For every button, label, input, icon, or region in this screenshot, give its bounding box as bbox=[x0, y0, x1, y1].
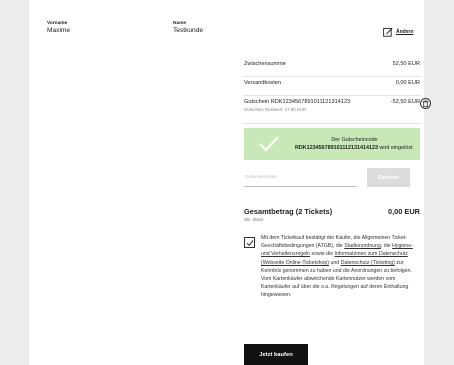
terms-text-part: sowie die bbox=[310, 251, 335, 258]
subtotal-label: Zwischensumme bbox=[244, 61, 286, 67]
total-value: 0,00 EUR bbox=[387, 207, 420, 216]
checkbox-check-icon bbox=[246, 239, 253, 246]
shipping-value: 0,00 EUR bbox=[395, 80, 420, 86]
lastname-field: Name Testkunde bbox=[173, 21, 203, 34]
coupon-value: -52,50 EUR bbox=[390, 99, 420, 105]
total-label-group: Gesamtbetrag (2 Tickets) inkl. MwSt. bbox=[244, 207, 332, 222]
notice-code: RDK123456789101112131414123 bbox=[294, 145, 379, 151]
shipping-label: Versandkosten bbox=[244, 80, 282, 86]
order-summary: Zwischensumme 52,50 EUR Versandkosten 0,… bbox=[244, 58, 431, 300]
subtotal-row: Zwischensumme 52,50 EUR bbox=[244, 58, 420, 77]
notice-text: Der Gutscheincode RDK1234567891011121314… bbox=[295, 136, 414, 152]
firstname-label: Vorname bbox=[47, 21, 68, 26]
trash-icon bbox=[422, 100, 429, 107]
coupon-row: Gutschein RDK12345678910111213141​23 Gut… bbox=[244, 96, 431, 124]
notice-line2: RDK123456789101112131414123 wird eingelö… bbox=[295, 144, 414, 152]
total-tax-note: inkl. MwSt. bbox=[244, 217, 265, 222]
terms-consent: Mit dem Ticketkauf bestätigt der Käufer,… bbox=[244, 234, 420, 300]
apply-coupon-button[interactable]: Einlösen bbox=[367, 168, 410, 187]
coupon-label: Gutschein RDK12345678910111213141​23 bbox=[244, 99, 351, 105]
coupon-success-notice: Der Gutscheincode RDK1234567891011121314… bbox=[244, 128, 420, 160]
edit-label: Ändern bbox=[396, 29, 414, 35]
coupon-form: Einlösen bbox=[244, 168, 420, 187]
privacy-ticketing-link[interactable]: Datenschutz (Ticketing) bbox=[341, 260, 395, 266]
total-row: Gesamtbetrag (2 Tickets) inkl. MwSt. 0,0… bbox=[244, 207, 420, 222]
coupon-info: Gutschein RDK12345678910111213141​23 Gut… bbox=[244, 99, 350, 112]
firstname-field: Vorname Maxime bbox=[47, 21, 70, 34]
total-label: Gesamtbetrag (2 Tickets) bbox=[244, 207, 333, 216]
lastname-label: Name bbox=[173, 21, 187, 26]
edit-icon bbox=[383, 27, 393, 37]
checkmark-icon bbox=[259, 136, 279, 152]
terms-text: Mit dem Ticketkauf bestätigt der Käufer,… bbox=[261, 234, 417, 300]
notice-line1: Der Gutscheincode bbox=[331, 137, 378, 143]
terms-text-part: , die bbox=[380, 243, 393, 250]
shipping-row: Versandkosten 0,00 EUR bbox=[244, 77, 420, 96]
coupon-rest-value: Gutschein Restwert: 47,50 EUR bbox=[244, 107, 307, 112]
remove-coupon-button[interactable] bbox=[420, 98, 431, 109]
terms-checkbox[interactable] bbox=[244, 237, 255, 248]
terms-text-part: und bbox=[329, 259, 341, 266]
notice-suffix: wird eingelöst. bbox=[378, 145, 414, 151]
coupon-code-input[interactable] bbox=[244, 168, 357, 187]
buy-now-button[interactable]: Jetzt kaufen bbox=[244, 344, 308, 365]
stadium-rules-link[interactable]: Stadionordnung bbox=[344, 243, 381, 249]
subtotal-value: 52,50 EUR bbox=[392, 61, 420, 67]
lastname-value: Testkunde bbox=[173, 27, 204, 34]
checkout-card: Vorname Maxime Name Testkunde Ändern Zwi… bbox=[29, 0, 431, 365]
firstname-value: Maxime bbox=[47, 27, 71, 34]
edit-link[interactable]: Ändern bbox=[383, 27, 414, 37]
